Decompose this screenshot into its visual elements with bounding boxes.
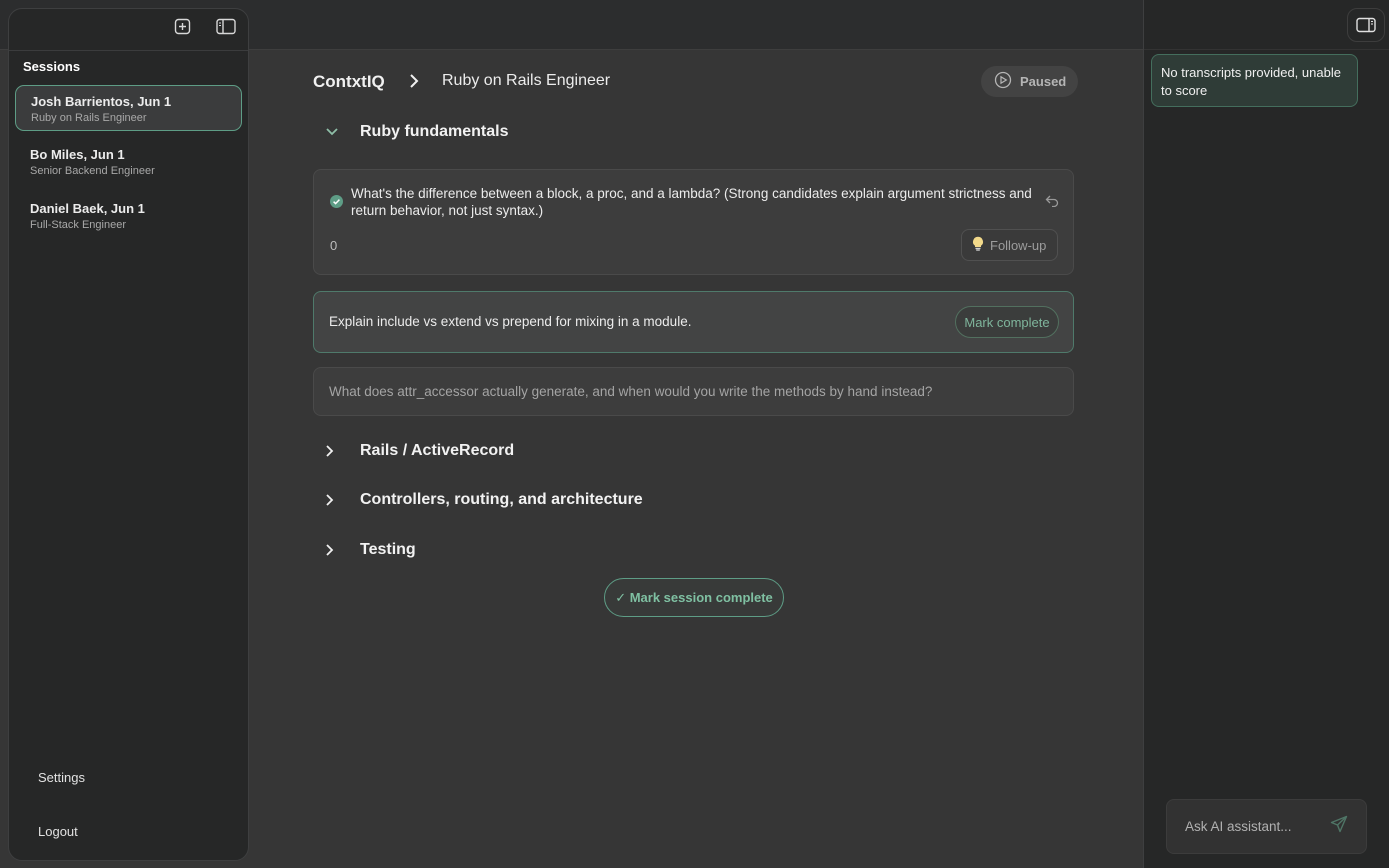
breadcrumb-brand[interactable]: ContxtIQ [313, 72, 385, 92]
sessions-title: Sessions [23, 59, 81, 74]
chevron-right-icon [313, 543, 347, 557]
new-session-icon[interactable] [169, 13, 195, 39]
settings-link[interactable]: Settings [38, 770, 85, 785]
session-name: Daniel Baek, Jun 1 [30, 201, 145, 216]
question-card-completed: What's the difference between a block, a… [313, 169, 1074, 275]
section-label: Ruby fundamentals [360, 123, 509, 140]
follow-up-label: Follow-up [990, 237, 1047, 253]
paused-status-button[interactable]: Paused [981, 66, 1078, 97]
play-icon [994, 71, 1012, 92]
assistant-header [1144, 0, 1389, 50]
question-card-current: Explain include vs extend vs prepend for… [313, 291, 1074, 353]
breadcrumb-chevron-icon [407, 73, 421, 94]
lightbulb-icon [972, 236, 984, 254]
section-label: Rails / ActiveRecord [360, 442, 515, 459]
undo-icon[interactable] [1045, 194, 1059, 212]
main-content: ContxtIQ Ruby on Rails Engineer Paused R… [250, 50, 1143, 868]
question-text: What's the difference between a block, a… [351, 186, 1032, 218]
chevron-right-icon [313, 493, 347, 507]
question-score[interactable]: 0 [330, 238, 337, 253]
question-text: Explain include vs extend vs prepend for… [329, 314, 692, 329]
ai-assistant-panel: No transcripts provided, unable to score [1143, 0, 1389, 868]
sidebar-toggle-icon[interactable] [213, 13, 239, 39]
section-label: Controllers, routing, and architecture [360, 491, 643, 508]
sidebar-header [9, 9, 248, 51]
assistant-message: No transcripts provided, unable to score [1151, 54, 1358, 107]
check-circle-icon [330, 195, 343, 213]
paused-label: Paused [1020, 74, 1067, 89]
section-label: Testing [360, 541, 416, 558]
session-role: Ruby on Rails Engineer [31, 112, 147, 124]
section-rails-activerecord[interactable]: Rails / ActiveRecord [313, 436, 1074, 466]
panel-toggle-icon[interactable] [1347, 8, 1385, 42]
logout-link[interactable]: Logout [38, 824, 78, 839]
chevron-right-icon [313, 444, 347, 458]
session-item-bo-miles[interactable]: Bo Miles, Jun 1 Senior Backend Engineer [15, 139, 242, 185]
assistant-input-box [1166, 799, 1367, 854]
session-role: Senior Backend Engineer [30, 165, 155, 177]
mark-complete-button[interactable]: Mark complete [955, 306, 1059, 338]
chevron-down-icon [313, 127, 347, 137]
question-text: What does attr_accessor actually generat… [329, 384, 933, 399]
follow-up-button[interactable]: Follow-up [961, 229, 1058, 261]
session-name: Josh Barrientos, Jun 1 [31, 94, 172, 109]
section-controllers-routing[interactable]: Controllers, routing, and architecture [313, 485, 1074, 515]
breadcrumb-page-title: Ruby on Rails Engineer [442, 72, 611, 89]
sessions-sidebar: Sessions Josh Barrientos, Jun 1 Ruby on … [8, 8, 249, 861]
session-item-daniel-baek[interactable]: Daniel Baek, Jun 1 Full-Stack Engineer [15, 193, 242, 239]
section-ruby-fundamentals[interactable]: Ruby fundamentals [313, 117, 1074, 147]
session-role: Full-Stack Engineer [30, 219, 126, 231]
session-item-josh-barrientos[interactable]: Josh Barrientos, Jun 1 Ruby on Rails Eng… [15, 85, 242, 131]
section-testing[interactable]: Testing [313, 535, 1074, 565]
session-name: Bo Miles, Jun 1 [30, 147, 125, 162]
assistant-input[interactable] [1185, 819, 1325, 834]
mark-session-complete-button[interactable]: ✓ Mark session complete [604, 578, 784, 617]
send-icon[interactable] [1330, 815, 1348, 838]
question-card-pending[interactable]: What does attr_accessor actually generat… [313, 367, 1074, 416]
